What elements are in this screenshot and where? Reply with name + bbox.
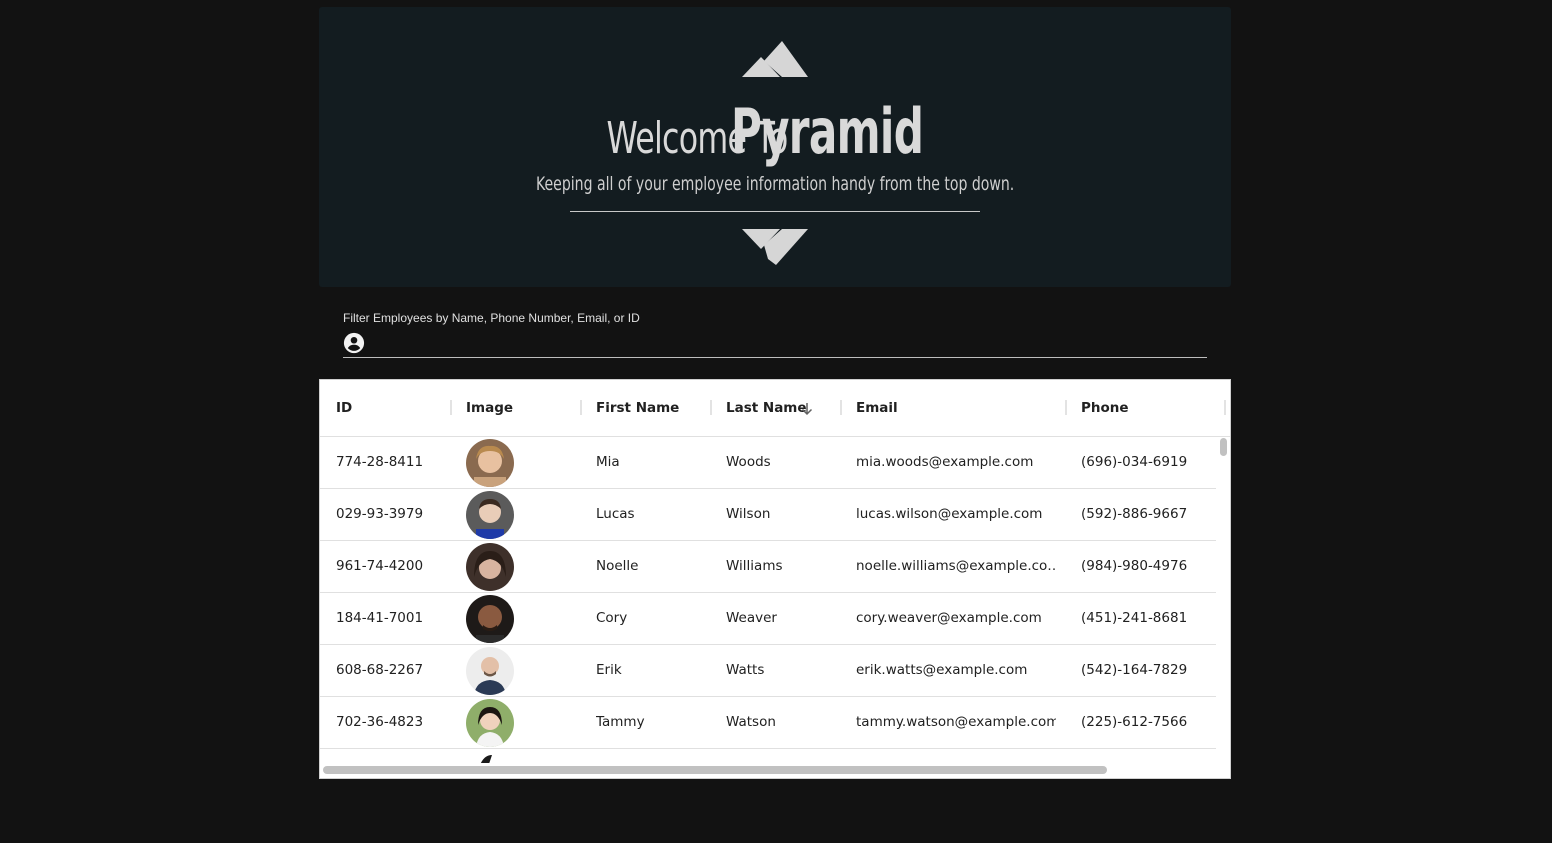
hero-divider — [570, 211, 980, 212]
column-resize-handle[interactable] — [450, 400, 452, 415]
cell-email: lucas.wilson@example.com — [856, 506, 1043, 522]
column-header-email[interactable]: Email — [856, 380, 898, 436]
table-row[interactable]: 774-28-8411 Mia Woods mia.woods@example.… — [320, 437, 1216, 489]
employee-avatar — [466, 595, 514, 643]
table-row[interactable]: 702-36-4823 Tammy Watson tammy.watson@ex… — [320, 697, 1216, 749]
account-circle-icon — [343, 332, 365, 354]
cell-email: cory.weaver@example.com — [856, 610, 1042, 626]
cell-email: erik.watts@example.com — [856, 662, 1028, 678]
employee-avatar — [466, 439, 514, 487]
cell-first-name: Lucas — [596, 506, 635, 522]
cell-first-name: Mia — [596, 454, 620, 470]
filter-label: Filter Employees by Name, Phone Number, … — [343, 311, 640, 325]
employee-avatar — [466, 751, 514, 763]
column-header-first-name[interactable]: First Name — [596, 380, 679, 436]
column-header-phone[interactable]: Phone — [1081, 380, 1129, 436]
table-row[interactable]: 961-74-4200 Noelle Williams noelle.willi… — [320, 541, 1216, 593]
employee-avatar — [466, 491, 514, 539]
column-resize-handle[interactable] — [1224, 400, 1226, 415]
cell-first-name: Noelle — [596, 558, 639, 574]
cell-first-name: Cory — [596, 610, 628, 626]
table-row[interactable]: 184-41-7001 Cory Weaver cory.weaver@exam… — [320, 593, 1216, 645]
employee-table: ID Image First Name Last Name Email Phon… — [319, 379, 1231, 779]
pyramid-inverted-logo-icon — [742, 229, 808, 265]
vertical-scrollbar[interactable] — [1220, 438, 1227, 456]
cell-phone: (696)-034-6919 — [1081, 454, 1188, 470]
column-header-image[interactable]: Image — [466, 380, 513, 436]
filter-underline — [343, 357, 1207, 358]
cell-phone: (542)-164-7829 — [1081, 662, 1188, 678]
hero-subtitle: Keeping all of your employee information… — [319, 173, 1231, 195]
cell-id: 184-41-7001 — [336, 610, 424, 626]
cell-phone: (984)-980-4976 — [1081, 558, 1188, 574]
column-header-last-name[interactable]: Last Name — [726, 380, 807, 436]
column-resize-handle[interactable] — [840, 400, 842, 415]
employee-avatar — [466, 543, 514, 591]
cell-phone: (225)-612-7566 — [1081, 714, 1188, 730]
cell-last-name: Woods — [726, 454, 771, 470]
employee-avatar — [466, 647, 514, 695]
cell-first-name: Erik — [596, 662, 622, 678]
cell-email: tammy.watson@example.com — [856, 714, 1056, 730]
cell-phone: (592)-886-9667 — [1081, 506, 1188, 522]
cell-id: 029-93-3979 — [336, 506, 424, 522]
brand-name: Pyramid — [731, 95, 924, 168]
cell-email: noelle.williams@example.co… — [856, 558, 1056, 574]
page-title: Welcome To Pyramid — [319, 95, 1231, 168]
cell-email: mia.woods@example.com — [856, 454, 1034, 470]
table-body: 774-28-8411 Mia Woods mia.woods@example.… — [320, 437, 1216, 763]
employee-avatar — [466, 699, 514, 747]
hero-banner: Welcome To Pyramid Keeping all of your e… — [319, 7, 1231, 287]
cell-id: 961-74-4200 — [336, 558, 424, 574]
column-resize-handle[interactable] — [1065, 400, 1067, 415]
cell-last-name: Watson — [726, 714, 776, 730]
table-row[interactable]: 029-93-3979 Lucas Wilson lucas.wilson@ex… — [320, 489, 1216, 541]
cell-first-name: Tammy — [596, 714, 645, 730]
horizontal-scrollbar[interactable] — [323, 766, 1107, 774]
table-row[interactable]: 608-68-2267 Erik Watts erik.watts@exampl… — [320, 645, 1216, 697]
cell-phone: (451)-241-8681 — [1081, 610, 1188, 626]
filter-input[interactable] — [372, 330, 1210, 356]
cell-last-name: Watts — [726, 662, 765, 678]
arrow-down-icon[interactable] — [800, 402, 814, 416]
hero-subtitle-text: Keeping all of your employee information… — [535, 173, 1015, 195]
column-resize-handle[interactable] — [710, 400, 712, 415]
pyramid-logo-icon — [742, 41, 808, 77]
cell-last-name: Weaver — [726, 610, 777, 626]
column-header-id[interactable]: ID — [336, 380, 352, 436]
column-resize-handle[interactable] — [580, 400, 582, 415]
cell-last-name: Williams — [726, 558, 783, 574]
cell-last-name: Wilson — [726, 506, 771, 522]
cell-id: 702-36-4823 — [336, 714, 424, 730]
table-row-partial[interactable] — [320, 749, 1216, 763]
cell-id: 608-68-2267 — [336, 662, 424, 678]
cell-id: 774-28-8411 — [336, 454, 424, 470]
table-header: ID Image First Name Last Name Email Phon… — [320, 380, 1230, 437]
